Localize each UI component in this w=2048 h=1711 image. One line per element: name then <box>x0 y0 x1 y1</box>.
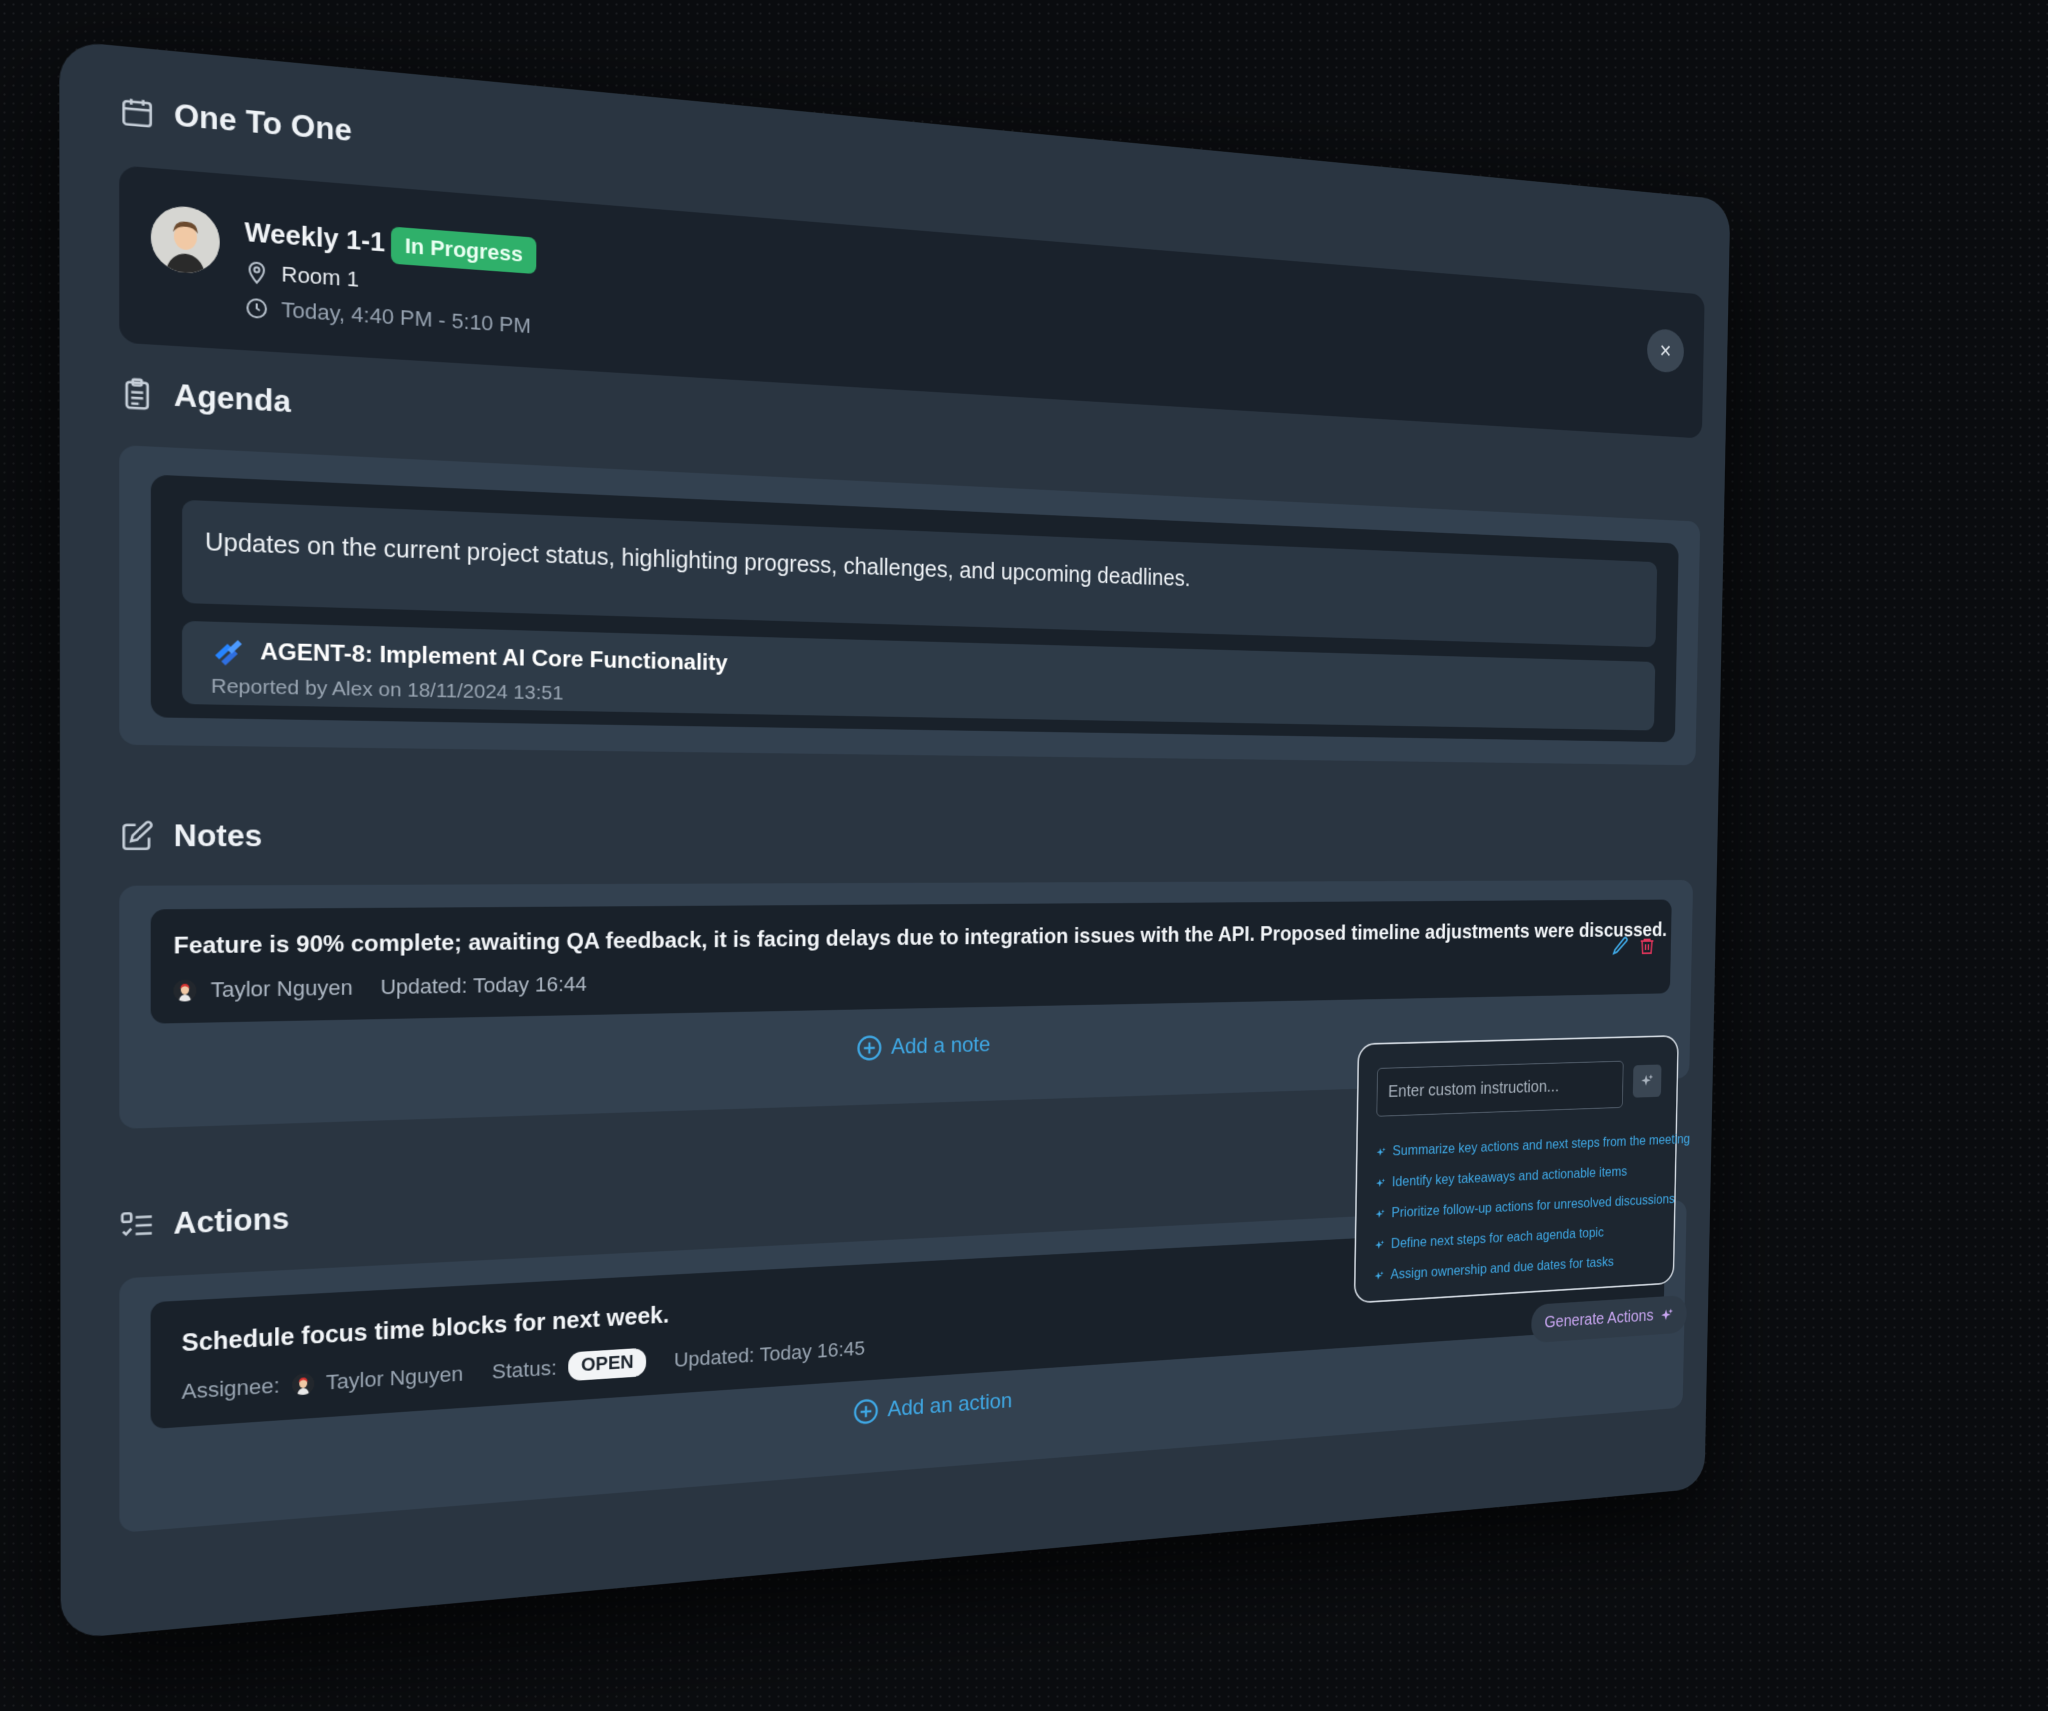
sparkle-icon <box>1375 1208 1385 1218</box>
pencil-icon[interactable] <box>1611 936 1630 957</box>
add-note-button[interactable]: Add a note <box>856 1032 990 1062</box>
add-action-button[interactable]: Add an action <box>853 1388 1012 1426</box>
assignee-label: Assignee: <box>181 1372 280 1404</box>
sparkle-icon <box>1376 1147 1386 1156</box>
meeting-room-text: Room 1 <box>281 261 360 292</box>
task-list-icon <box>119 1208 154 1243</box>
sparkle-icon <box>1376 1178 1386 1187</box>
jira-icon <box>215 639 242 666</box>
agenda-item: Updates on the current project status, h… <box>150 474 1679 743</box>
author-avatar <box>173 979 197 1002</box>
ai-suggestion-text: Define next steps for each agenda topic <box>1390 1225 1605 1252</box>
note-text: Feature is 90% complete; awaiting QA fee… <box>173 918 1668 960</box>
meeting-card: Weekly 1-1 In Progress Room 1 Today, 4:4… <box>119 165 1705 439</box>
clipboard-icon <box>119 376 155 412</box>
note-author: Taylor Nguyen <box>210 975 353 1002</box>
agenda-description: Updates on the current project status, h… <box>204 528 1191 592</box>
sparkle-icon <box>1641 1074 1654 1086</box>
plus-circle-icon <box>856 1034 882 1062</box>
edit-note-icon <box>119 819 155 853</box>
note-updated: Updated: Today 16:44 <box>380 971 587 999</box>
meeting-time-text: Today, 4:40 PM - 5:10 PM <box>281 297 531 338</box>
agenda-section: Updates on the current project status, h… <box>119 445 1701 766</box>
add-note-label: Add a note <box>890 1032 991 1060</box>
assignee-name: Taylor Nguyen <box>325 1361 464 1394</box>
sparkle-icon <box>1374 1270 1384 1280</box>
calendar-icon <box>122 98 153 128</box>
action-updated: Updated: Today 16:45 <box>673 1336 866 1372</box>
location-pin-icon <box>244 260 269 286</box>
clock-icon <box>244 296 269 321</box>
ticket-reported: Reported by Alex on 18/11/2024 13:51 <box>210 674 564 705</box>
ai-submit-button[interactable] <box>1632 1064 1662 1098</box>
actions-heading: Actions <box>119 1202 289 1244</box>
generate-actions-label: Generate Actions <box>1544 1306 1654 1332</box>
agenda-description-box: Updates on the current project status, h… <box>182 499 1658 648</box>
sparkle-icon <box>1375 1239 1385 1249</box>
ai-suggestion-list: Summarize key actions and next steps fro… <box>1374 1125 1690 1291</box>
status-label: Status: <box>491 1355 557 1383</box>
meeting-room: Room 1 <box>244 259 359 293</box>
status-badge: In Progress <box>390 226 537 275</box>
sparkle-icon <box>1661 1307 1674 1321</box>
close-button[interactable]: × <box>1646 327 1685 374</box>
actions-title: Actions <box>173 1201 290 1241</box>
ai-instruction-popover: Summarize key actions and next steps fro… <box>1353 1034 1690 1304</box>
note-item: Feature is 90% complete; awaiting QA fee… <box>150 899 1672 1024</box>
notes-title: Notes <box>173 818 263 854</box>
avatar <box>150 204 220 276</box>
page-title-text: One To One <box>174 97 352 148</box>
plus-circle-icon <box>853 1397 879 1426</box>
one-to-one-panel: One To One Weekly 1-1 In Progress Room 1… <box>59 40 1731 1640</box>
trash-icon[interactable] <box>1638 935 1655 956</box>
meeting-time: Today, 4:40 PM - 5:10 PM <box>244 295 531 339</box>
notes-heading: Notes <box>119 818 262 854</box>
ai-suggestion-text: Assign ownership and due dates for tasks <box>1390 1254 1614 1283</box>
page-title: One To One <box>119 93 352 149</box>
assignee-avatar <box>291 1372 314 1396</box>
agenda-heading: Agenda <box>119 375 291 420</box>
custom-instruction-input[interactable] <box>1376 1060 1624 1117</box>
meeting-title: Weekly 1-1 <box>244 217 386 258</box>
note-meta: Taylor Nguyen Updated: Today 16:44 <box>173 971 587 1004</box>
ticket-title: AGENT-8: Implement AI Core Functionality <box>260 638 728 676</box>
action-text: Schedule focus time blocks for next week… <box>181 1302 670 1358</box>
add-action-label: Add an action <box>887 1388 1013 1422</box>
ai-suggestion-text: Identify key takeaways and actionable it… <box>1391 1164 1628 1190</box>
action-status-pill[interactable]: OPEN <box>567 1347 647 1382</box>
agenda-title: Agenda <box>173 377 291 419</box>
